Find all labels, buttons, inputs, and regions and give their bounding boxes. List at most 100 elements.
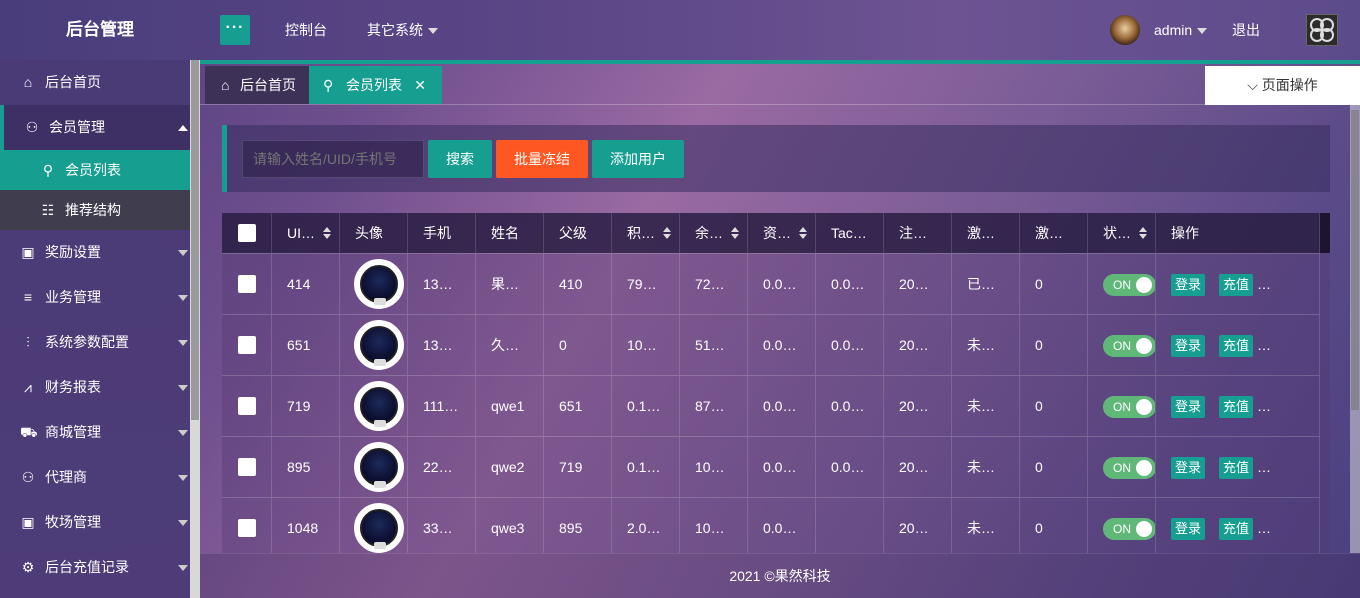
header-balance[interactable]: 余… xyxy=(680,213,748,253)
search-button[interactable]: 搜索 xyxy=(428,140,492,178)
header-label: 状… xyxy=(1103,225,1131,241)
sidebar-item-agents[interactable]: ⚇ 代理商 xyxy=(0,455,190,500)
login-button[interactable]: 登录 xyxy=(1171,457,1205,479)
cell-reg: 20… xyxy=(884,376,952,436)
more-actions[interactable]: … xyxy=(1257,315,1271,375)
recharge-button[interactable]: 充值 xyxy=(1219,396,1253,418)
avatar[interactable] xyxy=(354,320,404,370)
row-status-cell: ON xyxy=(1088,254,1156,314)
select-all-checkbox[interactable] xyxy=(238,224,256,242)
chevron-down-icon xyxy=(178,430,188,436)
sort-icon[interactable] xyxy=(799,227,807,239)
sort-icon[interactable] xyxy=(1139,227,1147,239)
cell-tac: 0.0… xyxy=(816,437,884,497)
page-operations-dropdown[interactable]: ⌵ 页面操作 xyxy=(1205,66,1360,105)
cell-name: 果… xyxy=(476,254,544,314)
avatar[interactable] xyxy=(354,442,404,492)
row-checkbox[interactable] xyxy=(238,336,256,354)
header-actions: 操作 xyxy=(1156,213,1320,253)
row-checkbox[interactable] xyxy=(238,519,256,537)
status-toggle[interactable]: ON xyxy=(1103,274,1155,296)
search-input[interactable] xyxy=(242,140,424,178)
status-toggle[interactable]: ON xyxy=(1103,457,1155,479)
sidebar-item-label: 商城管理 xyxy=(45,424,101,440)
cell-name: qwe3 xyxy=(476,498,544,553)
header-activated: 激… xyxy=(952,213,1020,253)
chevron-down-icon xyxy=(428,28,438,35)
chevron-down-icon xyxy=(1197,28,1208,35)
sliders-icon: ⫶ xyxy=(26,334,30,350)
sidebar-item-finance[interactable]: ⩘ 财务报表 xyxy=(0,365,190,410)
sidebar-item-ranch[interactable]: ▣ 牧场管理 xyxy=(0,500,190,545)
brand-icon[interactable] xyxy=(1306,14,1338,46)
more-actions[interactable]: … xyxy=(1257,437,1271,497)
header-uid[interactable]: UI… xyxy=(272,213,340,253)
sidebar-item-members[interactable]: ⚇ 会员管理 xyxy=(0,105,190,150)
close-icon[interactable]: ✕ xyxy=(414,66,426,104)
more-actions[interactable]: … xyxy=(1257,376,1271,436)
recharge-button[interactable]: 充值 xyxy=(1219,518,1253,540)
logout-link[interactable]: 退出 xyxy=(1232,0,1260,60)
sidebar-item-rewards[interactable]: ▣ 奖励设置 xyxy=(0,230,190,275)
header-points[interactable]: 积… xyxy=(612,213,680,253)
recharge-button[interactable]: 充值 xyxy=(1219,457,1253,479)
chevron-down-icon xyxy=(178,250,188,256)
batch-freeze-button[interactable]: 批量冻结 xyxy=(496,140,588,178)
row-checkbox[interactable] xyxy=(238,275,256,293)
sidebar-item-business[interactable]: ≡ 业务管理 xyxy=(0,275,190,320)
sidebar-item-shop[interactable]: ⛟ 商城管理 xyxy=(0,410,190,455)
avatar[interactable] xyxy=(354,259,404,309)
user-menu[interactable]: admin xyxy=(1154,0,1208,60)
cell-act2: 0 xyxy=(1020,437,1088,497)
toggle-knob xyxy=(1136,277,1152,293)
sidebar-item-system-params[interactable]: ⫶ 系统参数配置 xyxy=(0,320,190,365)
row-checkbox[interactable] xyxy=(238,458,256,476)
avatar[interactable] xyxy=(354,381,404,431)
sidebar-item-member-list[interactable]: ⚲ 会员列表 xyxy=(0,150,190,190)
nav-other-systems[interactable]: 其它系统 xyxy=(367,0,438,60)
status-toggle[interactable]: ON xyxy=(1103,335,1155,357)
menu-toggle-button[interactable]: ··· xyxy=(220,15,250,45)
user-icon: ⚇ xyxy=(25,119,39,135)
status-toggle[interactable]: ON xyxy=(1103,518,1155,540)
page-operations-label: 页面操作 xyxy=(1261,77,1318,93)
row-checkbox[interactable] xyxy=(238,397,256,415)
chevron-down-icon xyxy=(178,475,188,481)
more-actions[interactable]: … xyxy=(1257,254,1271,314)
sidebar-item-recharge-log[interactable]: ⚙ 后台充值记录 xyxy=(0,545,190,590)
tab-home[interactable]: ⌂ 后台首页 xyxy=(205,66,309,104)
sidebar-scrollbar-thumb[interactable] xyxy=(191,60,199,420)
status-toggle[interactable]: ON xyxy=(1103,396,1155,418)
sidebar-item-home[interactable]: ⌂ 后台首页 xyxy=(0,60,190,105)
more-actions[interactable]: … xyxy=(1257,498,1271,553)
content-scrollbar-thumb[interactable] xyxy=(1351,110,1359,410)
nav-console[interactable]: 控制台 xyxy=(285,0,327,60)
login-button[interactable]: 登录 xyxy=(1171,335,1205,357)
header-asset[interactable]: 资… xyxy=(748,213,816,253)
toggle-label: ON xyxy=(1113,278,1131,292)
add-user-button[interactable]: 添加用户 xyxy=(592,140,684,178)
cell-balance: 87… xyxy=(680,376,748,436)
tab-label: 后台首页 xyxy=(240,77,296,93)
tab-label: 会员列表 xyxy=(346,77,402,93)
chevron-down-icon xyxy=(178,385,188,391)
login-button[interactable]: 登录 xyxy=(1171,274,1205,296)
tab-member-list[interactable]: ⚲ 会员列表 ✕ xyxy=(309,66,442,104)
login-button[interactable]: 登录 xyxy=(1171,518,1205,540)
recharge-button[interactable]: 充值 xyxy=(1219,274,1253,296)
sort-icon[interactable] xyxy=(323,227,331,239)
sidebar-item-label: 代理商 xyxy=(45,469,87,485)
login-button[interactable]: 登录 xyxy=(1171,396,1205,418)
sort-icon[interactable] xyxy=(731,227,739,239)
row-avatar-cell xyxy=(340,437,408,497)
row-status-cell: ON xyxy=(1088,376,1156,436)
top-header: 后台管理 ··· 控制台 其它系统 admin 退出 xyxy=(0,0,1360,60)
avatar[interactable] xyxy=(354,503,404,553)
shop-icon: ⛟ xyxy=(20,424,38,440)
sort-icon[interactable] xyxy=(663,227,671,239)
recharge-button[interactable]: 充值 xyxy=(1219,335,1253,357)
header-status[interactable]: 状… xyxy=(1088,213,1156,253)
sidebar-item-referral-tree[interactable]: ☷ 推荐结构 xyxy=(0,190,190,230)
user-avatar[interactable] xyxy=(1110,15,1140,45)
row-status-cell: ON xyxy=(1088,498,1156,553)
